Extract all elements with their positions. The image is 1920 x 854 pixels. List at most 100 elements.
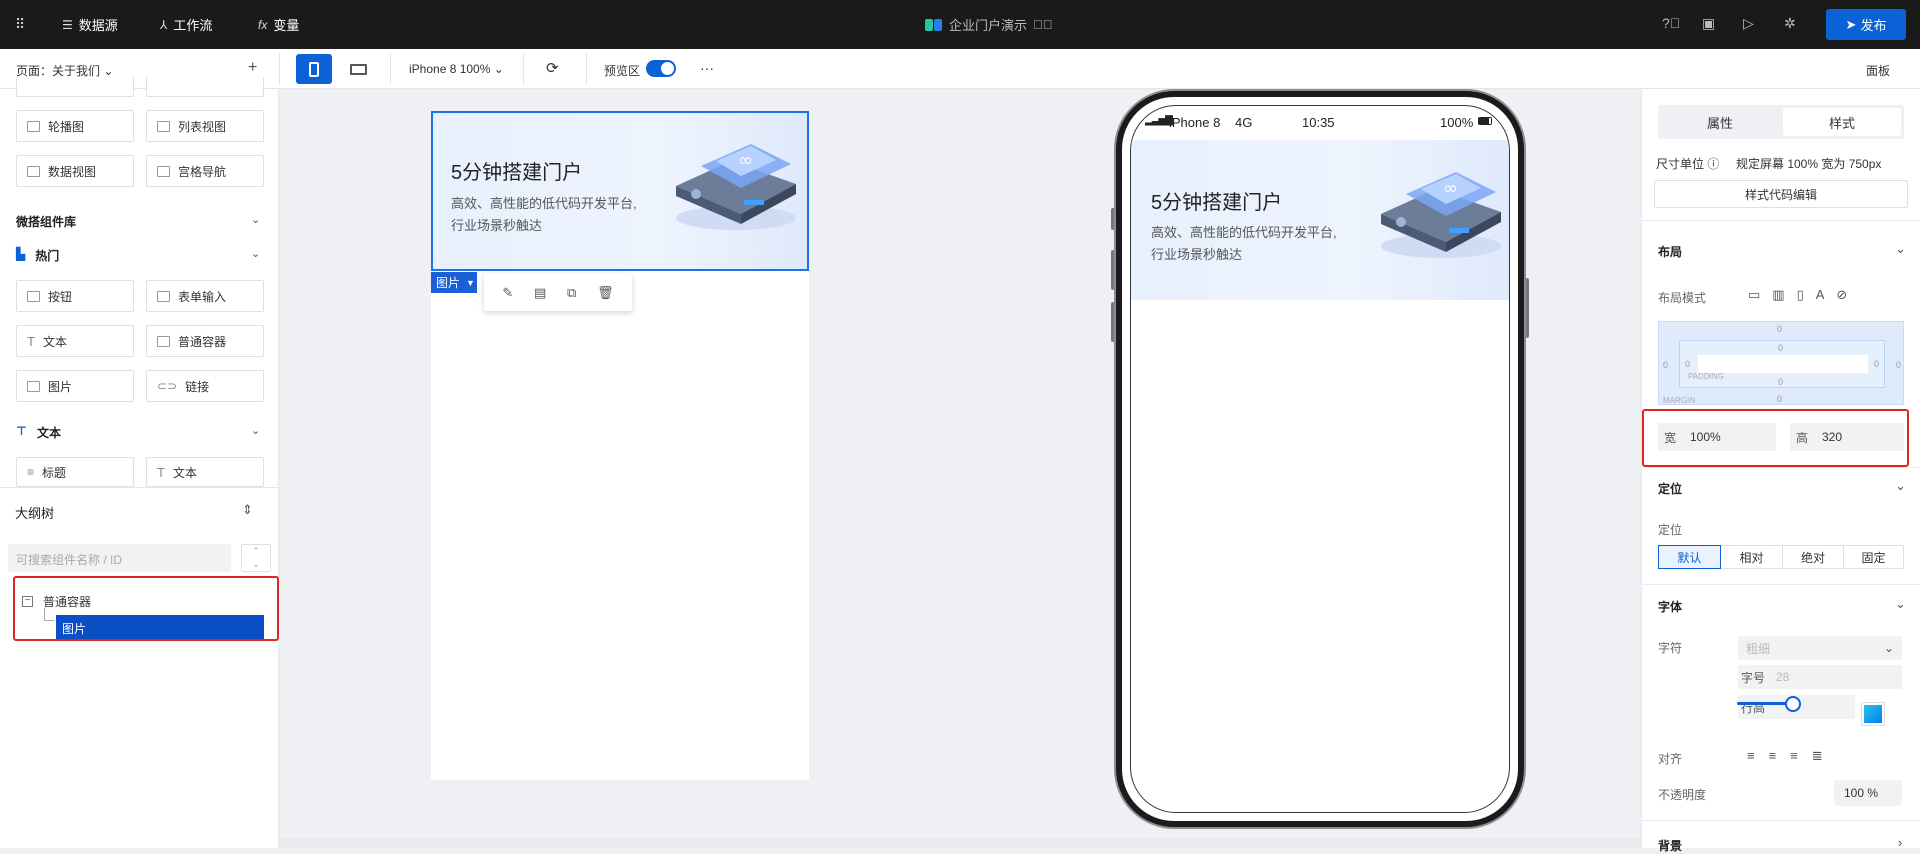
delete-icon[interactable]: 🗑 bbox=[597, 285, 614, 301]
more-icon[interactable]: ··· bbox=[700, 60, 714, 76]
filter-stepper[interactable]: ⌃ ⌄ bbox=[241, 544, 271, 572]
horizontal-scrollbar[interactable] bbox=[279, 838, 1641, 848]
unit-label: 尺寸单位 ⓘ bbox=[1656, 157, 1720, 171]
add-page-icon[interactable]: + bbox=[248, 59, 257, 77]
signal-icon: ▂▃▅▇ bbox=[1145, 115, 1173, 126]
color-swatch[interactable] bbox=[1862, 703, 1884, 725]
collapse-icon: − bbox=[22, 596, 33, 607]
selected-component-tag[interactable]: 图片 ▼ bbox=[431, 272, 477, 293]
phone-side-button bbox=[1111, 302, 1115, 342]
padding-left-value[interactable]: 0 bbox=[1685, 359, 1690, 369]
app-title: 企业门户演示 ✓⃝ bbox=[925, 15, 1053, 34]
opacity-field[interactable]: 100 % bbox=[1834, 780, 1902, 806]
play-icon[interactable]: ▷ bbox=[1743, 15, 1754, 32]
position-absolute[interactable]: 绝对 bbox=[1782, 545, 1844, 569]
component-button[interactable]: 按钮 bbox=[16, 280, 134, 312]
font-weight-select[interactable]: 粗细 ⌄ bbox=[1738, 636, 1902, 660]
component-link[interactable]: ⊂⊃ 链接 bbox=[146, 370, 264, 402]
position-fixed[interactable]: 固定 bbox=[1843, 545, 1904, 569]
apps-grid-icon[interactable]: ⠿ bbox=[15, 16, 31, 32]
tree-node-image-selected[interactable]: 图片 bbox=[56, 615, 264, 639]
layout-text-icon[interactable]: A bbox=[1816, 287, 1825, 303]
component-list-view[interactable]: 列表视图 bbox=[146, 110, 264, 142]
tab-properties[interactable]: 属性 bbox=[1661, 108, 1779, 136]
chevron-down-icon[interactable]: ⌄ bbox=[251, 247, 260, 260]
info-icon[interactable]: ⓘ bbox=[1707, 157, 1719, 171]
tab-style[interactable]: 样式 bbox=[1783, 108, 1901, 136]
margin-right-value[interactable]: 0 bbox=[1896, 360, 1901, 370]
padding-bottom-value[interactable]: 0 bbox=[1778, 377, 1783, 387]
refresh-icon[interactable]: ⟳ bbox=[546, 59, 559, 77]
align-justify-icon[interactable]: ≣ bbox=[1812, 748, 1823, 764]
box-model-editor[interactable]: 0 0 0 0 MARGIN 0 0 0 0 PADDING bbox=[1658, 321, 1904, 405]
align-left-icon[interactable]: ≡ bbox=[1747, 748, 1755, 764]
outline-search-input[interactable]: 可搜索组件名称 / ID bbox=[8, 544, 231, 572]
panel-toggle[interactable]: 面板 bbox=[1866, 62, 1890, 79]
desktop-view-button[interactable] bbox=[340, 54, 376, 84]
component-container[interactable]: 普通容器 bbox=[146, 325, 264, 357]
align-label: 对齐 bbox=[1658, 752, 1683, 766]
device-selector[interactable]: iPhone 8 100% ⌄ bbox=[409, 62, 504, 76]
phone-side-button bbox=[1111, 250, 1115, 290]
expand-collapse-icon[interactable]: ⇕ bbox=[242, 502, 253, 518]
align-center-icon[interactable]: ≡ bbox=[1769, 748, 1777, 764]
save-icon[interactable]: ▤ bbox=[534, 285, 546, 301]
layout-block-icon[interactable]: ▭ bbox=[1748, 287, 1760, 303]
margin-top-value[interactable]: 0 bbox=[1777, 324, 1782, 334]
save-icon[interactable]: ▣ bbox=[1702, 15, 1715, 32]
copy-icon[interactable]: ⧉ bbox=[567, 285, 576, 301]
text-icon: T bbox=[27, 333, 35, 349]
chevron-down-icon[interactable]: ⌄ bbox=[251, 213, 260, 226]
grid-icon bbox=[157, 165, 170, 177]
component-data-view[interactable]: 数据视图 bbox=[16, 155, 134, 187]
phone-banner-image[interactable]: 5分钟搭建门户 高效、高性能的低代码开发平台, 行业场景秒触达 ∞ bbox=[1131, 140, 1509, 300]
chevron-down-icon[interactable]: ⌄ bbox=[251, 424, 260, 437]
chevron-down-icon[interactable]: ⌄ bbox=[1895, 596, 1906, 612]
padding-top-value[interactable]: 0 bbox=[1778, 343, 1783, 353]
padding-right-value[interactable]: 0 bbox=[1874, 359, 1879, 369]
nav-variables[interactable]: fx 变量 bbox=[258, 15, 299, 34]
component-form-input[interactable]: 表单输入 bbox=[146, 280, 264, 312]
position-relative[interactable]: 相对 bbox=[1720, 545, 1783, 569]
chevron-down-icon[interactable]: ⌄ bbox=[1895, 478, 1906, 494]
nav-workflow[interactable]: ⅄ 工作流 bbox=[160, 15, 212, 34]
component-heading[interactable]: ≡ 标题 bbox=[16, 457, 134, 487]
margin-left-value[interactable]: 0 bbox=[1663, 360, 1668, 370]
preview-toggle[interactable] bbox=[646, 60, 676, 77]
layout-hidden-icon[interactable]: ⊘ bbox=[1836, 287, 1847, 303]
phone-banner-subtitle: 高效、高性能的低代码开发平台, 行业场景秒触达 bbox=[1151, 225, 1337, 262]
component-image[interactable]: 图片 bbox=[16, 370, 134, 402]
component-partial[interactable] bbox=[16, 77, 134, 97]
debug-icon[interactable]: ✲ bbox=[1784, 15, 1796, 32]
component-partial[interactable] bbox=[146, 77, 264, 97]
nav-datasource[interactable]: ☰ 数据源 bbox=[62, 15, 118, 34]
opacity-slider-knob[interactable] bbox=[1785, 696, 1801, 712]
list-icon bbox=[157, 120, 170, 132]
unit-value: 规定屏幕 100% 宽为 750px bbox=[1736, 157, 1882, 171]
width-field[interactable]: 宽 100% bbox=[1658, 423, 1776, 451]
margin-bottom-value[interactable]: 0 bbox=[1777, 394, 1782, 404]
publish-button[interactable]: ➤ 发布 bbox=[1826, 9, 1906, 40]
component-carousel[interactable]: 轮播图 bbox=[16, 110, 134, 142]
selection-outline bbox=[431, 111, 809, 271]
font-size-field[interactable]: 字号 28 bbox=[1738, 665, 1902, 689]
hot-section-title[interactable]: ▙ 热门 bbox=[16, 247, 59, 264]
text-section-title[interactable]: ⊤ 文本 bbox=[16, 424, 61, 441]
check-circle-icon: ✓⃝ bbox=[1033, 17, 1053, 32]
component-grid-nav[interactable]: 宫格导航 bbox=[146, 155, 264, 187]
chevron-down-icon[interactable]: ⌄ bbox=[1895, 241, 1906, 257]
mobile-view-button[interactable] bbox=[296, 54, 332, 84]
align-right-icon[interactable]: ≡ bbox=[1790, 748, 1798, 764]
position-default[interactable]: 默认 bbox=[1658, 545, 1721, 569]
component-text-2[interactable]: T 文本 bbox=[146, 457, 264, 487]
layout-inline-icon[interactable]: ▯ bbox=[1797, 287, 1804, 303]
height-field[interactable]: 高 320 bbox=[1790, 423, 1904, 451]
battery-icon bbox=[1478, 117, 1492, 125]
style-code-edit-button[interactable]: 样式代码编辑 bbox=[1654, 180, 1908, 208]
help-icon[interactable]: ?⃝ bbox=[1662, 15, 1680, 31]
component-text[interactable]: T 文本 bbox=[16, 325, 134, 357]
edit-icon[interactable]: ✎ bbox=[502, 285, 513, 301]
layout-flex-icon[interactable]: ▥ bbox=[1772, 287, 1784, 303]
tree-node-container[interactable]: − 普通容器 bbox=[22, 593, 91, 610]
phone-screen[interactable]: ▂▃▅▇ iPhone 8 4G 10:35 100% 5分钟搭建门户 高效、高… bbox=[1130, 105, 1510, 813]
